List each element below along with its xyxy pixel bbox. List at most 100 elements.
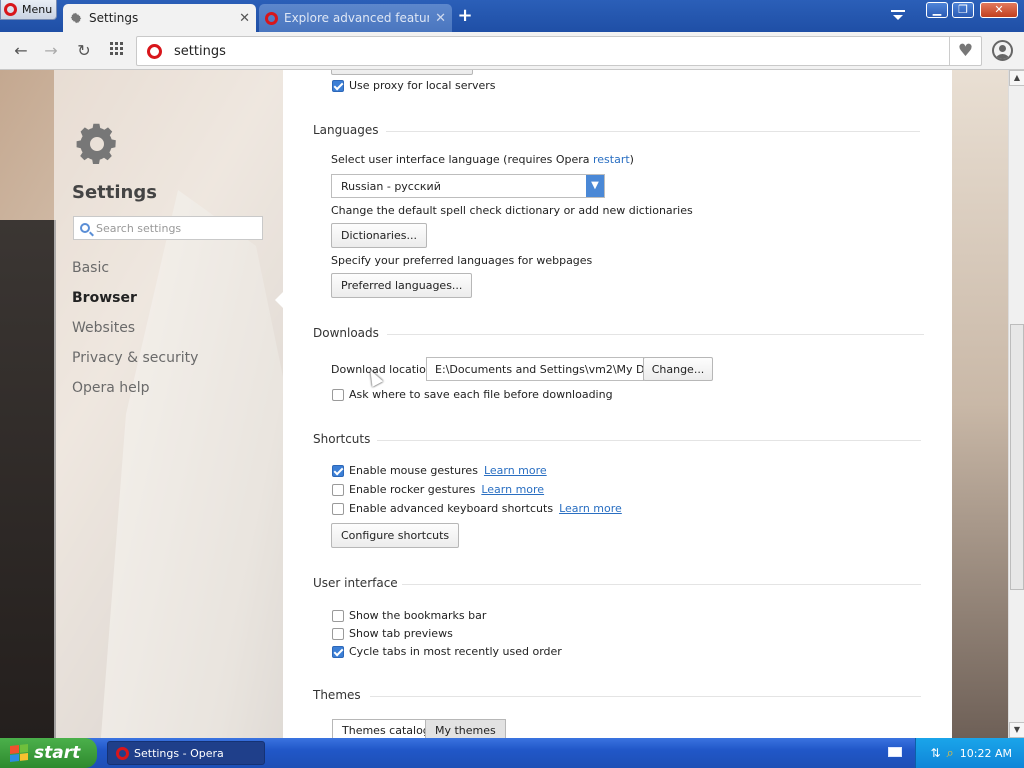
address-toolbar: ← → ↻ settings ♥ [0, 32, 1024, 70]
address-bar[interactable]: settings ♥ [136, 36, 982, 66]
change-location-button[interactable]: Change... [643, 357, 713, 381]
use-proxy-label: Use proxy for local servers [349, 79, 496, 92]
mouse-gestures-checkbox[interactable] [332, 465, 344, 477]
settings-page: Settings Search settings Basic Browser W… [0, 70, 1008, 738]
windows-flag-icon [10, 744, 28, 762]
section-title-themes: Themes [313, 688, 361, 702]
tab-menu-icon[interactable] [890, 8, 910, 24]
start-label: start [34, 743, 81, 763]
section-title-shortcuts: Shortcuts [313, 432, 371, 446]
background-image [952, 70, 1008, 738]
sidebar-item-basic[interactable]: Basic [72, 260, 109, 276]
bookmarks-bar-label: Show the bookmarks bar [349, 609, 487, 622]
taskbar: start Settings - Opera ⇅ ⌕ 10:22 AM [0, 738, 1024, 768]
divider [386, 131, 920, 132]
tab-previews-checkbox[interactable] [332, 628, 344, 640]
system-tray: ⇅ ⌕ 10:22 AM [915, 738, 1024, 768]
opera-logo-icon [265, 11, 278, 25]
sidebar-item-privacy-security[interactable]: Privacy & security [72, 350, 198, 366]
opera-logo-icon [116, 746, 129, 760]
search-icon [80, 223, 90, 233]
sidebar-item-websites[interactable]: Websites [72, 320, 135, 336]
download-location-label: Download location: [331, 363, 437, 376]
tab-previews-label: Show tab previews [349, 627, 453, 640]
back-arrow-icon[interactable]: ← [11, 41, 31, 61]
title-bar: Menu Settings ✕ Explore advanced feature… [0, 0, 1024, 32]
spellcheck-text: Change the default spell check dictionar… [331, 204, 693, 217]
scroll-down-button[interactable]: ▼ [1009, 722, 1024, 738]
opera-menu-button[interactable]: Menu [0, 0, 57, 20]
preferred-languages-text: Specify your preferred languages for web… [331, 254, 593, 267]
scroll-thumb[interactable] [1010, 324, 1024, 590]
divider [387, 334, 924, 335]
settings-gear-icon [76, 123, 116, 164]
dictionaries-button[interactable]: Dictionaries... [331, 223, 427, 248]
chevron-down-icon: ▼ [586, 175, 604, 197]
section-title-user-interface: User interface [313, 576, 398, 590]
network-icon[interactable]: ⇅ [930, 746, 940, 760]
restart-link[interactable]: restart [593, 153, 630, 166]
use-proxy-checkbox[interactable] [332, 80, 344, 92]
start-button[interactable]: start [0, 738, 97, 768]
divider [370, 696, 921, 697]
minimize-button[interactable]: ▁ [926, 2, 948, 18]
settings-title: Settings [72, 182, 157, 203]
configure-shortcuts-button[interactable]: Configure shortcuts [331, 523, 460, 548]
ui-language-text: Select user interface language (requires… [331, 153, 634, 166]
taskbar-item-opera[interactable]: Settings - Opera [107, 741, 265, 765]
ask-save-label: Ask where to save each file before downl… [349, 388, 613, 401]
tab-my-themes[interactable]: My themes [425, 719, 506, 738]
tab-explore[interactable]: Explore advanced features - ✕ [259, 4, 452, 32]
proxy-settings-button[interactable] [331, 70, 473, 75]
keyboard-shortcuts-checkbox[interactable] [332, 503, 344, 515]
search-icon[interactable]: ⌕ [947, 746, 954, 761]
learn-more-link[interactable]: Learn more [481, 483, 544, 496]
maximize-button[interactable]: ❐ [952, 2, 974, 18]
tab-label: Explore advanced features - [284, 11, 430, 25]
page-scrollbar[interactable]: ▲ ▼ [1008, 70, 1024, 738]
bookmark-heart-icon[interactable]: ♥ [949, 37, 981, 65]
close-window-button[interactable]: ✕ [980, 2, 1018, 18]
preferred-languages-button[interactable]: Preferred languages... [331, 273, 473, 298]
ask-save-checkbox[interactable] [332, 389, 344, 401]
settings-content: Use proxy for local servers Languages Se… [283, 70, 952, 738]
ui-language-select[interactable]: Russian - русский ▼ [331, 174, 605, 198]
cycle-tabs-checkbox[interactable] [332, 646, 344, 658]
search-placeholder: Search settings [96, 221, 182, 235]
rocker-gestures-checkbox[interactable] [332, 484, 344, 496]
taskbar-item-label: Settings - Opera [134, 746, 224, 760]
opera-logo-icon [4, 3, 17, 16]
tab-themes-catalog[interactable]: Themes catalog [332, 719, 440, 738]
scroll-up-button[interactable]: ▲ [1009, 70, 1024, 86]
section-title-languages: Languages [313, 123, 379, 137]
search-settings-input[interactable]: Search settings [73, 216, 263, 240]
learn-more-link[interactable]: Learn more [484, 464, 547, 477]
background-image [0, 220, 56, 738]
keyboard-shortcuts-label: Enable advanced keyboard shortcuts Learn … [349, 502, 622, 515]
sidebar-item-browser[interactable]: Browser [72, 290, 137, 306]
tab-settings[interactable]: Settings ✕ [63, 4, 256, 32]
divider [377, 440, 921, 441]
profile-icon[interactable] [992, 40, 1013, 61]
selected-language: Russian - русский [341, 179, 441, 193]
section-title-downloads: Downloads [313, 326, 379, 340]
close-tab-icon[interactable]: ✕ [239, 11, 250, 26]
settings-sidebar: Settings Search settings Basic Browser W… [54, 70, 284, 738]
tab-label: Settings [89, 11, 139, 25]
new-tab-plus-icon[interactable]: + [455, 6, 475, 26]
close-tab-icon[interactable]: ✕ [435, 11, 446, 26]
divider [402, 584, 921, 585]
sidebar-item-opera-help[interactable]: Opera help [72, 380, 150, 396]
reload-icon[interactable]: ↻ [74, 41, 94, 61]
bookmarks-bar-checkbox[interactable] [332, 610, 344, 622]
speed-dial-grid-icon[interactable] [107, 41, 127, 61]
download-location-field[interactable]: E:\Documents and Settings\vm2\My Docu [426, 357, 644, 381]
opera-logo-icon [147, 43, 162, 59]
address-text: settings [174, 43, 226, 59]
gear-icon [70, 12, 82, 24]
keyboard-icon[interactable] [888, 747, 902, 757]
forward-arrow-icon[interactable]: → [41, 41, 61, 61]
learn-more-link[interactable]: Learn more [559, 502, 622, 515]
menu-label: Menu [22, 3, 53, 16]
cycle-tabs-label: Cycle tabs in most recently used order [349, 645, 562, 658]
